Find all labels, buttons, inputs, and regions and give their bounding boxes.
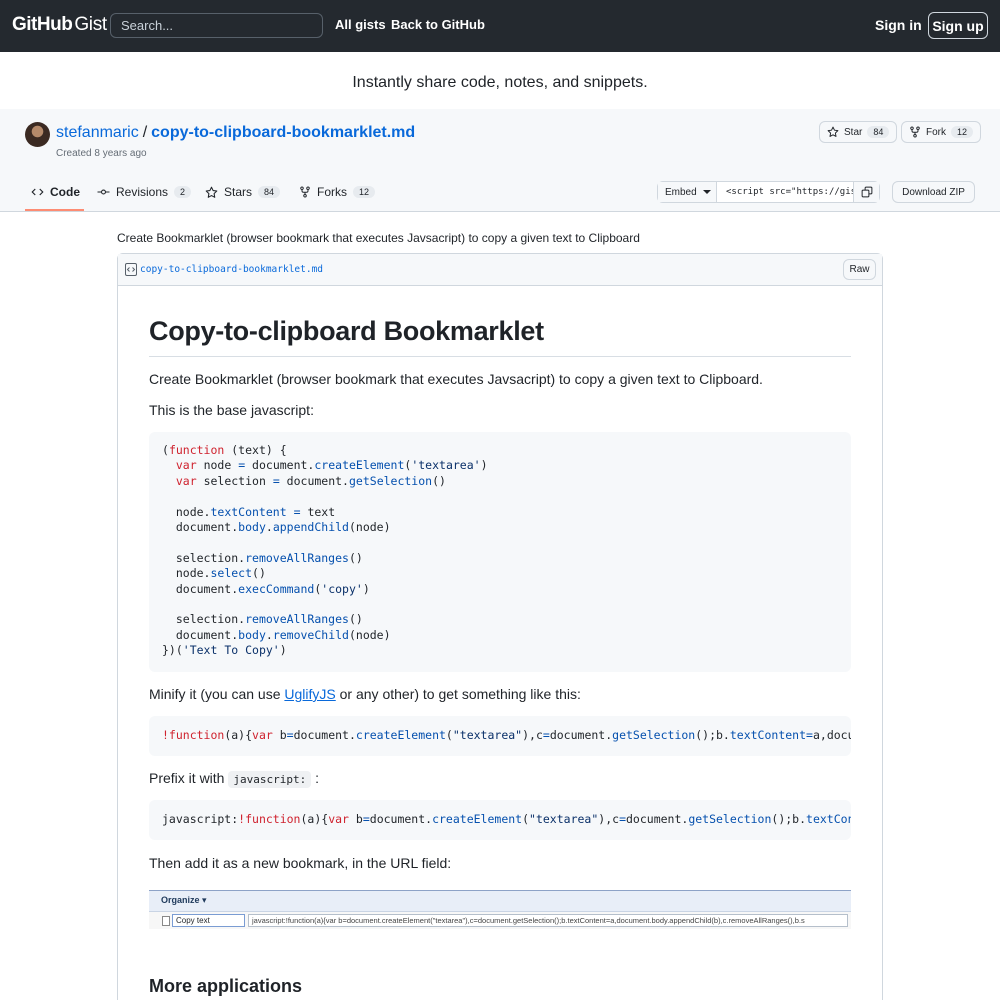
- tab-stars-label: Stars: [224, 185, 253, 199]
- avatar[interactable]: [25, 122, 50, 147]
- code-block-prefixed: javascript:!function(a){var b=document.c…: [149, 800, 851, 840]
- screenshot-url-field: javascript:!function(a){var b=document.c…: [248, 914, 848, 927]
- code-block-minified: !function(a){var b=document.createElemen…: [149, 716, 851, 756]
- fork-count: 12: [951, 126, 974, 138]
- star-icon: [827, 126, 839, 138]
- created-ago: 8 years ago: [94, 148, 147, 159]
- tab-revisions[interactable]: Revisions 2: [97, 185, 192, 199]
- star-count: 84: [867, 126, 890, 138]
- paragraph-add-bookmark: Then add it as a new bookmark, in the UR…: [149, 855, 452, 871]
- star-button[interactable]: Star 84: [819, 121, 898, 143]
- code-icon: [31, 186, 44, 198]
- tab-revisions-label: Revisions: [116, 185, 169, 199]
- embed-widget: Embed <script src="https://gist.github.c…: [657, 181, 880, 203]
- star-label: Star: [844, 126, 863, 138]
- prefixed-code: javascript:!function(a){var b=document.c…: [162, 812, 851, 826]
- tab-forks[interactable]: Forks 12: [299, 185, 376, 199]
- paragraph-minify: Minify it (you can use UglifyJS or any o…: [149, 686, 851, 702]
- file-code-icon: [125, 263, 137, 276]
- nav-back-to-github[interactable]: Back to GitHub: [391, 17, 485, 32]
- created-info: Created 8 years ago: [56, 148, 147, 159]
- title-separator: /: [142, 124, 148, 141]
- tab-stars[interactable]: Stars 84: [205, 185, 281, 199]
- markdown-heading-1: Copy-to-clipboard Bookmarklet: [149, 316, 544, 346]
- download-zip-button[interactable]: Download ZIP: [892, 181, 975, 203]
- caret-down-icon: [702, 189, 711, 195]
- screenshot-bookmark-row: Copy text javascript:!function(a){var b=…: [149, 911, 851, 929]
- fork-icon: [909, 126, 921, 138]
- file-name-link[interactable]: copy-to-clipboard-bookmarklet.md: [140, 264, 323, 275]
- tagline: Instantly share code, notes, and snippet…: [352, 74, 648, 91]
- document-icon: [162, 916, 170, 926]
- logo-github-text: GitHub: [12, 14, 73, 35]
- tab-code-label: Code: [50, 185, 80, 199]
- active-tab-indicator: [25, 209, 84, 211]
- owner-link[interactable]: stefanmaric: [56, 124, 139, 142]
- embed-code-field[interactable]: <script src="https://gist.github.com/ste…: [717, 182, 853, 202]
- gist-description: Create Bookmarklet (browser bookmark tha…: [117, 231, 640, 245]
- gist-filename-link[interactable]: copy-to-clipboard-bookmarklet.md: [151, 124, 415, 142]
- prefix-text-before: Prefix it with: [149, 770, 229, 786]
- fork-button[interactable]: Fork 12: [901, 121, 982, 143]
- revisions-count: 2: [174, 186, 192, 198]
- base-javascript-code: (function (text) { var node = document.c…: [162, 443, 488, 658]
- commit-icon: [97, 186, 110, 198]
- created-prefix: Created: [56, 148, 92, 159]
- raw-button[interactable]: Raw: [843, 259, 876, 280]
- paragraph-prefix: Prefix it with javascript: :: [149, 770, 851, 788]
- bookmark-screenshot: Organize ▾ Copy text javascript:!functio…: [149, 890, 851, 929]
- code-block-base: (function (text) { var node = document.c…: [149, 432, 851, 672]
- forks-count: 12: [353, 186, 376, 198]
- inline-code-javascript: javascript:: [228, 771, 312, 788]
- prefix-text-after: :: [311, 770, 319, 786]
- tab-code[interactable]: Code: [31, 185, 80, 199]
- embed-select[interactable]: Embed: [658, 182, 717, 202]
- minify-text-before: Minify it (you can use: [149, 686, 285, 702]
- minify-text-after: or any other) to get something like this…: [335, 686, 581, 702]
- screenshot-organize-menu: Organize ▾: [161, 895, 207, 905]
- site-header: GitHub Gist All gists Back to GitHub Sig…: [0, 0, 1000, 52]
- fork-icon: [299, 186, 311, 198]
- github-gist-logo[interactable]: GitHub Gist: [12, 14, 107, 38]
- sign-up-button[interactable]: Sign up: [928, 12, 988, 39]
- gist-title: stefanmaric / copy-to-clipboard-bookmark…: [56, 124, 415, 142]
- paragraph-intro: Create Bookmarklet (browser bookmark tha…: [149, 371, 763, 387]
- embed-label: Embed: [665, 186, 697, 198]
- markdown-heading-2: More applications: [149, 976, 303, 996]
- uglifyjs-link[interactable]: UglifyJS: [284, 686, 335, 702]
- sign-in-link[interactable]: Sign in: [875, 17, 922, 33]
- paragraph-base-js: This is the base javascript:: [149, 402, 314, 418]
- stars-count: 84: [258, 186, 281, 198]
- copy-icon: [861, 186, 873, 198]
- nav-all-gists[interactable]: All gists: [335, 17, 386, 32]
- star-icon: [205, 186, 218, 199]
- copy-button[interactable]: [853, 182, 879, 202]
- file-header: copy-to-clipboard-bookmarklet.md Raw: [118, 254, 882, 286]
- minified-code: !function(a){var b=document.createElemen…: [162, 728, 851, 742]
- screenshot-name-field: Copy text: [172, 914, 245, 927]
- heading-divider: [149, 356, 851, 357]
- fork-label: Fork: [926, 126, 946, 138]
- tab-forks-label: Forks: [317, 185, 347, 199]
- search-input[interactable]: [110, 13, 323, 38]
- logo-gist-text: Gist: [74, 14, 107, 35]
